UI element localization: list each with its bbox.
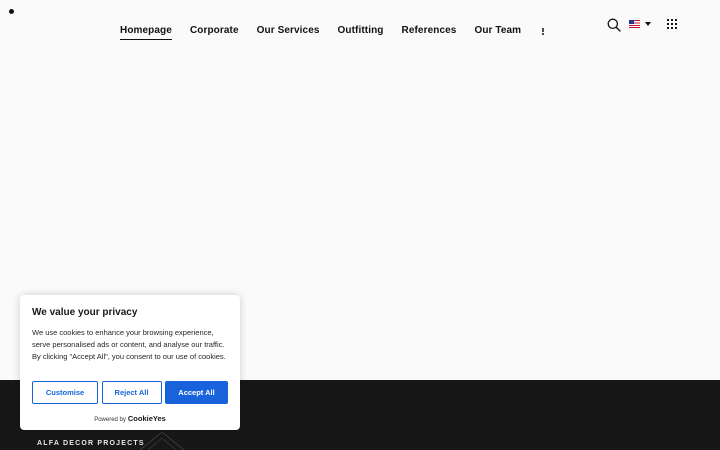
footer-brand: ALFA DECOR PROJECTS xyxy=(37,440,145,447)
powered-by: Powered by CookieYes xyxy=(20,414,240,423)
language-selector[interactable] xyxy=(629,20,651,28)
reject-all-button[interactable]: Reject All xyxy=(101,381,162,404)
nav-our-services[interactable]: Our Services xyxy=(257,25,320,37)
cookie-title: We value your privacy xyxy=(32,307,138,318)
footer-decoration xyxy=(139,431,185,450)
search-icon[interactable] xyxy=(607,18,621,32)
us-flag-icon xyxy=(629,20,640,28)
cookieyes-logo[interactable]: CookieYes xyxy=(128,414,166,423)
cookie-consent-banner: We value your privacy We use cookies to … xyxy=(20,295,240,430)
nav-outfitting[interactable]: Outfitting xyxy=(338,25,384,37)
nav-corporate[interactable]: Corporate xyxy=(190,25,239,37)
accept-all-button[interactable]: Accept All xyxy=(165,381,228,404)
nav-homepage[interactable]: Homepage xyxy=(120,25,172,40)
nav-our-team[interactable]: Our Team xyxy=(474,25,521,37)
caret-down-icon xyxy=(645,22,651,26)
vertical-ellipsis-icon[interactable] xyxy=(541,27,545,35)
site-logo[interactable] xyxy=(9,9,14,14)
cookie-description: We use cookies to enhance your browsing … xyxy=(32,328,226,361)
powered-by-label: Powered by xyxy=(94,417,126,423)
cookie-actions: Customise Reject All Accept All xyxy=(32,381,228,404)
main-navigation: Homepage Corporate Our Services Outfitti… xyxy=(120,24,545,40)
grid-menu-icon[interactable] xyxy=(667,19,677,29)
nav-references[interactable]: References xyxy=(402,25,457,37)
customise-button[interactable]: Customise xyxy=(32,381,98,404)
